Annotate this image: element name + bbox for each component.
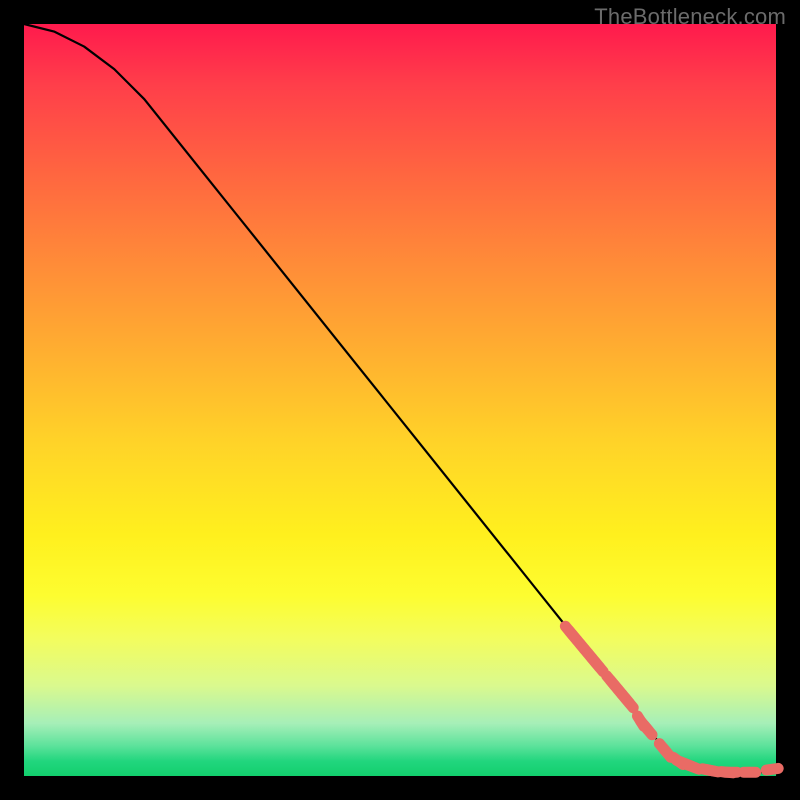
highlighted-points-group xyxy=(565,626,778,773)
bottleneck-curve xyxy=(24,24,776,774)
plot-area xyxy=(24,24,776,776)
highlight-point xyxy=(595,662,603,671)
highlight-point xyxy=(644,726,652,735)
watermark-text: TheBottleneck.com xyxy=(594,4,786,30)
chart-container: TheBottleneck.com xyxy=(0,0,800,800)
chart-overlay xyxy=(24,24,776,776)
highlight-point xyxy=(626,698,634,707)
highlight-point xyxy=(766,768,778,770)
